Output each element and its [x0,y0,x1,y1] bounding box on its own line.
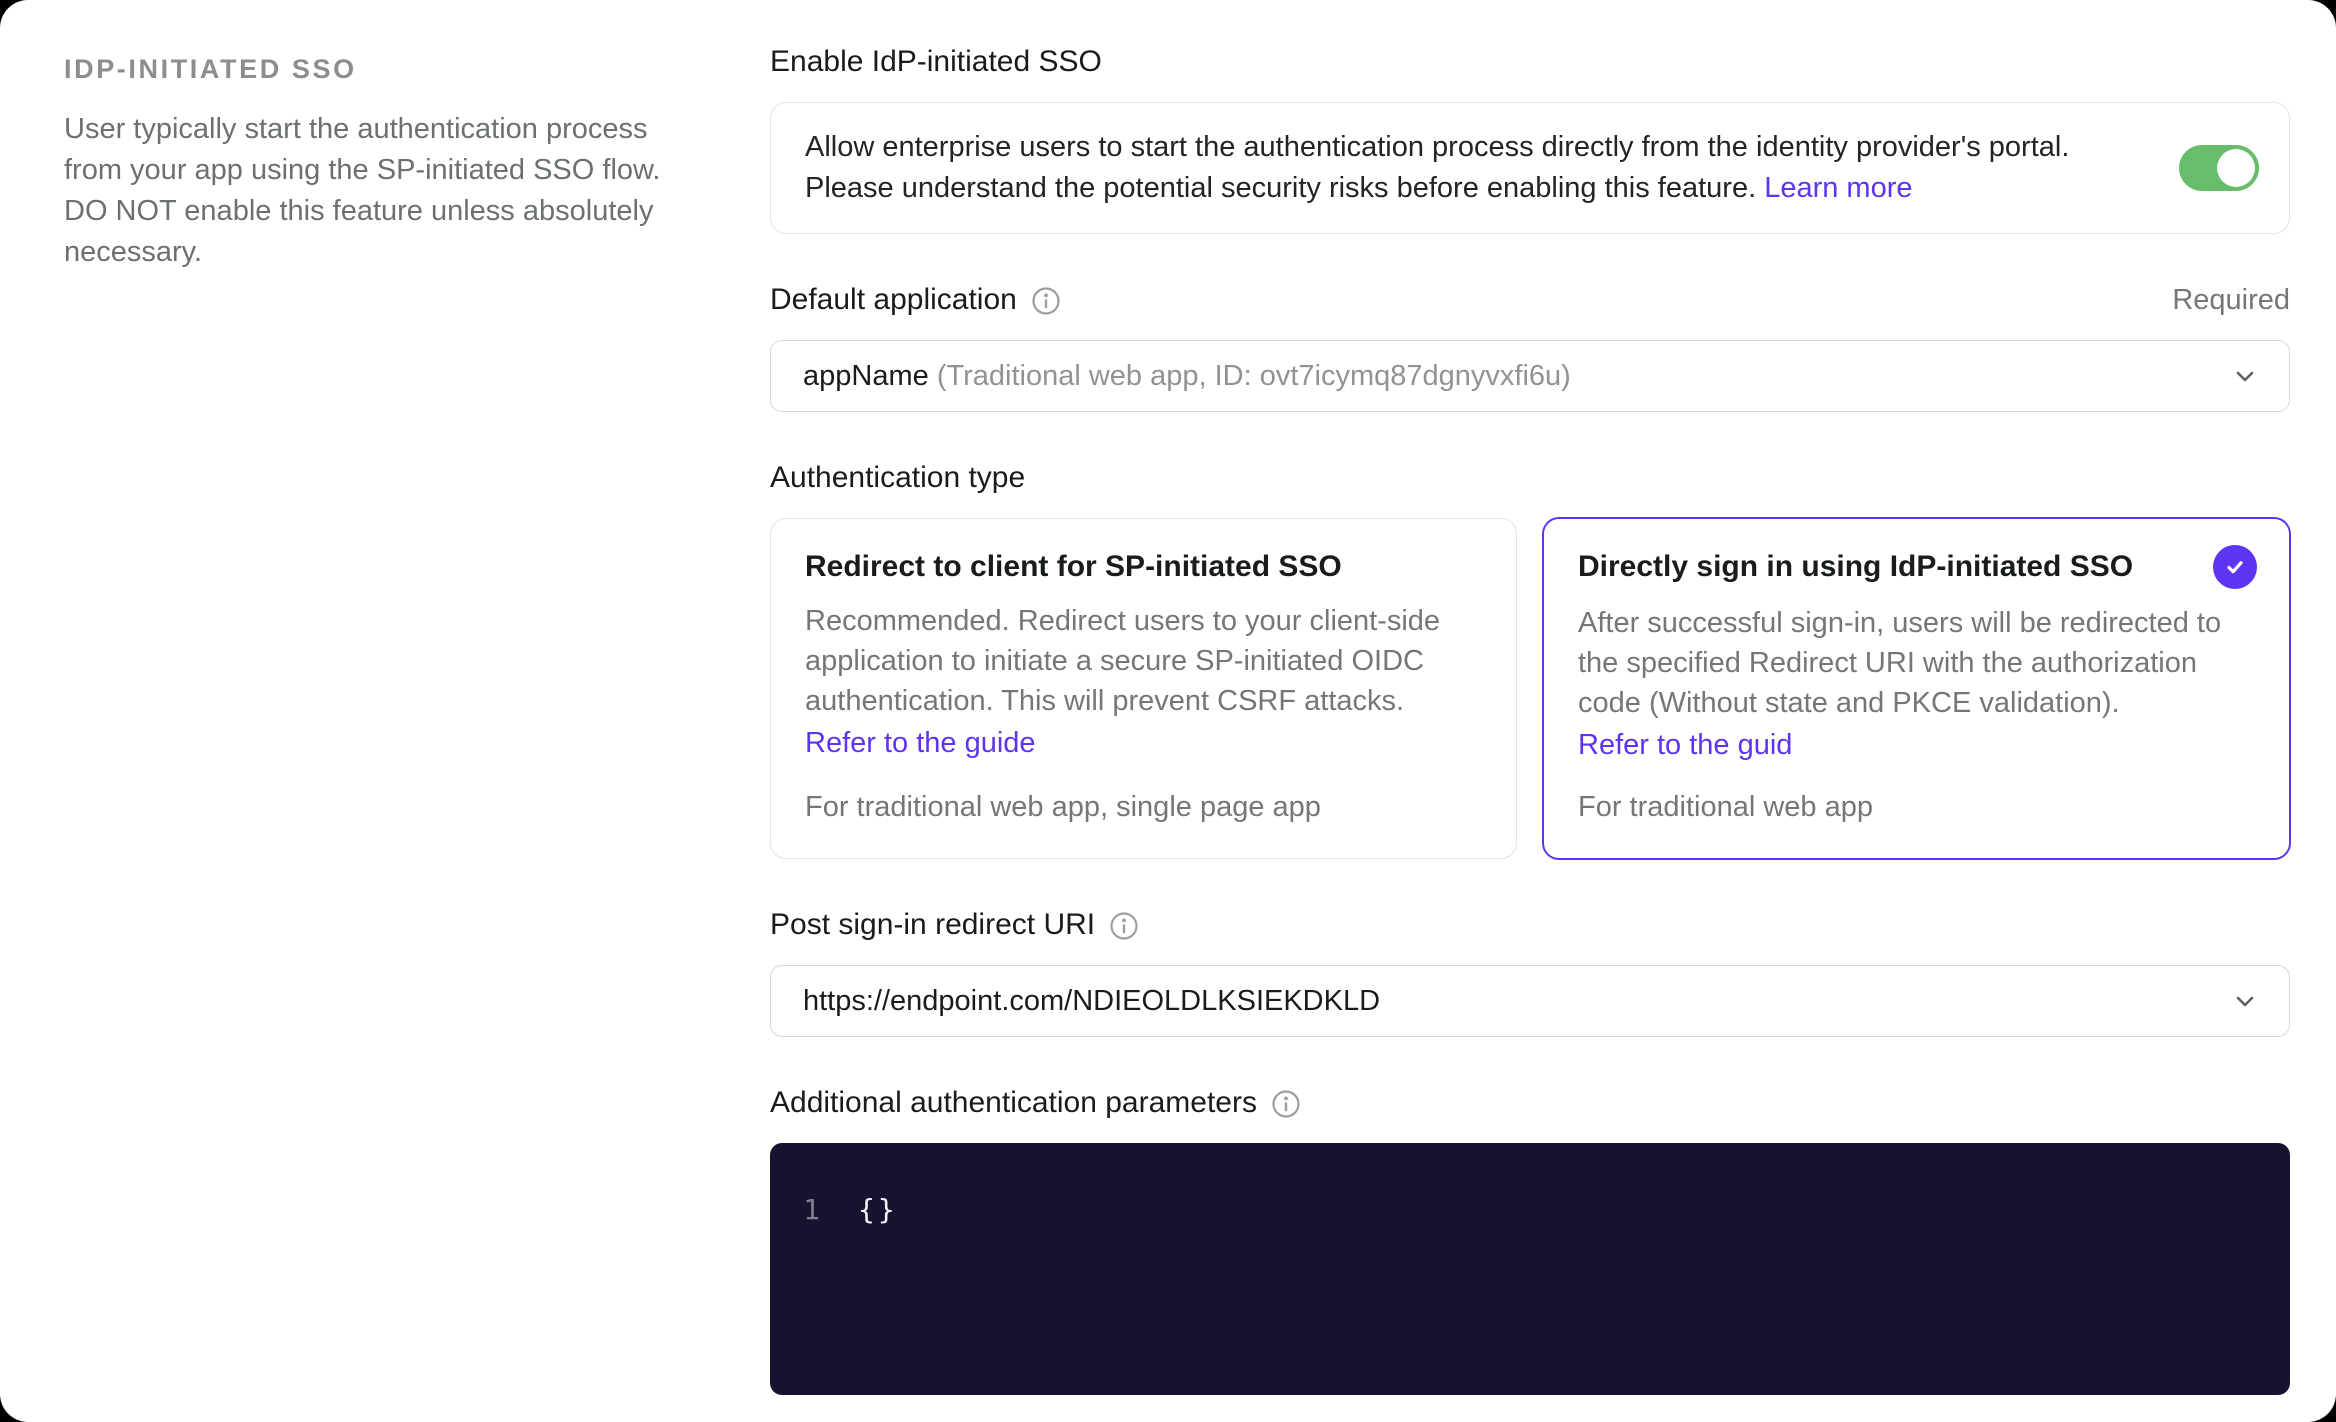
authentication-type-options: Redirect to client for SP-initiated SSO … [770,518,2290,859]
auth-option-footnote: For traditional web app [1578,791,1873,823]
toggle-knob [2217,149,2255,187]
default-application-label: Default application [770,283,1017,316]
enable-description-line2: Please understand the potential security… [805,172,1913,204]
required-badge: Required [2172,283,2290,316]
section-heading: IDP-INITIATED SSO [64,54,357,84]
enable-idp-sso-toggle[interactable] [2179,145,2259,191]
idp-sso-settings-panel: IDP-INITIATED SSO User typically start t… [0,0,2336,1422]
auth-option-title: Redirect to client for SP-initiated SSO [805,550,1342,583]
default-application-select[interactable]: appName (Traditional web app, ID: ovt7ic… [770,340,2290,412]
redirect-uri-value: https://endpoint.com/NDIEOLDLKSIEKDKLD [803,984,1381,1017]
auth-option-sp-initiated[interactable]: Redirect to client for SP-initiated SSO … [770,518,1517,859]
json-code-editor[interactable]: 1 {} [770,1143,2290,1395]
redirect-uri-section: Post sign-in redirect URI https://endpoi… [770,907,2290,1037]
info-icon[interactable] [1109,911,1139,941]
enable-idp-sso-label: Enable IdP-initiated SSO [770,45,1102,78]
chevron-down-icon [2229,360,2261,392]
auth-option-title: Directly sign in using IdP-initiated SSO [1578,550,2134,583]
section-description: User typically start the authentication … [64,113,661,268]
enable-description-line1: Allow enterprise users to start the auth… [805,131,2070,163]
info-icon[interactable] [1271,1089,1301,1119]
selected-check-badge [2213,545,2257,589]
code-content: {} [858,1193,898,1226]
post-sign-in-redirect-uri-label: Post sign-in redirect URI [770,908,1096,941]
default-application-value: appName (Traditional web app, ID: ovt7ic… [803,359,1571,392]
redirect-uri-select[interactable]: https://endpoint.com/NDIEOLDLKSIEKDKLD [770,965,2290,1037]
additional-params-section: Additional authentication parameters 1 {… [770,1085,2290,1395]
info-icon[interactable] [1031,286,1061,316]
check-icon [2227,561,2243,574]
additional-auth-params-label: Additional authentication parameters [770,1086,1257,1119]
default-application-section: Default application Required appName (Tr… [770,282,2290,412]
section-info-panel: IDP-INITIATED SSO User typically start t… [64,44,664,1382]
auth-option-description: Recommended. Redirect users to your clie… [805,605,1441,717]
line-number: 1 [803,1193,820,1226]
learn-more-link[interactable]: Learn more [1764,172,1912,204]
enable-idp-sso-description: Allow enterprise users to start the auth… [805,127,2135,209]
authentication-type-section: Authentication type Redirect to client f… [770,460,2290,859]
enable-idp-sso-section: Enable IdP-initiated SSO Allow enterpris… [770,44,2290,234]
auth-option-description: After successful sign-in, users will be … [1578,607,2222,719]
chevron-down-icon [2229,985,2261,1017]
auth-option-footnote: For traditional web app, single page app [805,791,1321,823]
authentication-type-label: Authentication type [770,461,1026,494]
refer-to-guide-link[interactable]: Refer to the guid [1578,725,2257,765]
refer-to-guide-link[interactable]: Refer to the guide [805,723,1484,763]
auth-option-idp-initiated[interactable]: Directly sign in using IdP-initiated SSO… [1543,518,2290,859]
enable-idp-sso-card: Allow enterprise users to start the auth… [770,102,2290,234]
settings-form: Enable IdP-initiated SSO Allow enterpris… [770,44,2290,1395]
